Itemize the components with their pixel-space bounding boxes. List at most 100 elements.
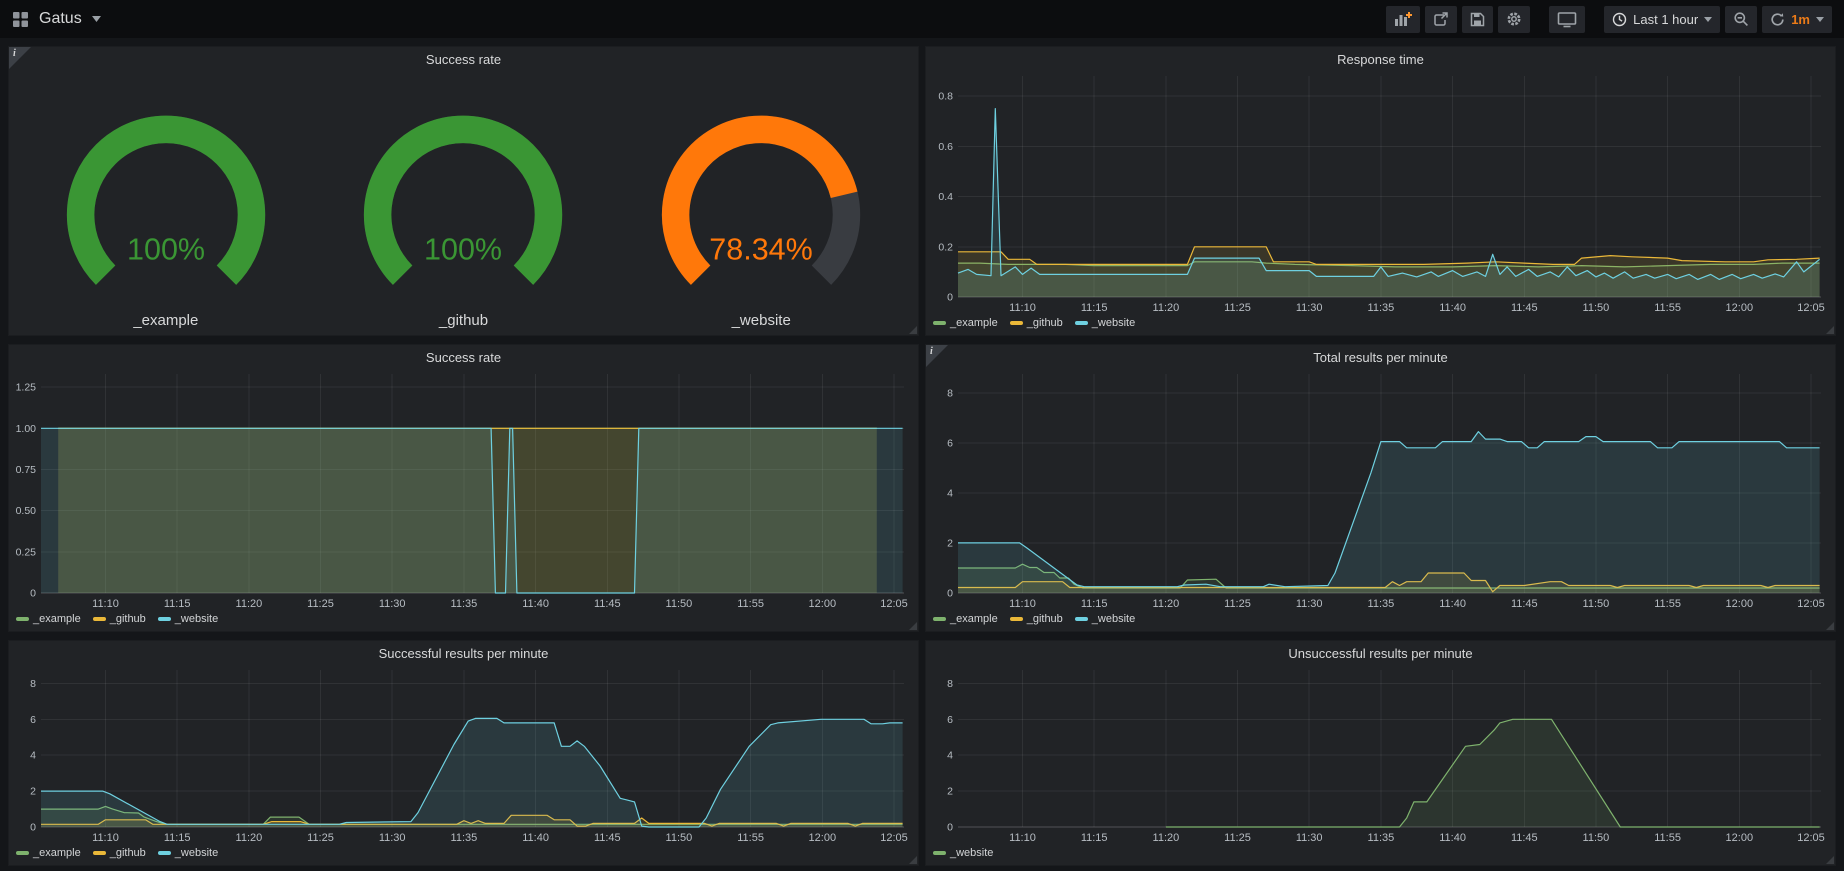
save-icon [1470,12,1485,27]
caret-down-icon [1704,17,1712,22]
svg-text:12:00: 12:00 [809,832,837,844]
panel-resize-handle[interactable] [909,326,917,334]
svg-text:12:00: 12:00 [1726,598,1754,610]
zoom-out-time-range-button[interactable] [1725,6,1757,33]
add-panel-button[interactable] [1386,6,1420,33]
svg-text:4: 4 [30,750,36,762]
save-dashboard-button[interactable] [1462,6,1493,33]
success-rate-chart[interactable]: 11:1011:1511:2011:2511:3011:3511:4011:45… [9,369,918,610]
svg-text:11:30: 11:30 [379,598,406,610]
response-time-chart[interactable]: 11:1011:1511:2011:2511:3011:3511:4011:45… [926,71,1835,314]
svg-text:11:40: 11:40 [522,598,549,610]
legend-item-github[interactable]: _github [93,847,146,859]
svg-text:8: 8 [947,387,953,399]
svg-text:6: 6 [30,714,36,726]
panel-resize-handle[interactable] [1826,622,1834,630]
gauge-website: 78.34% _website [612,75,910,335]
legend-item-example[interactable]: _example [16,613,81,625]
dashboard-title-caret-icon[interactable] [92,16,101,22]
legend-item-website[interactable]: _website [158,847,218,859]
gauge-series-label: _website [732,312,791,329]
successful-results-chart[interactable]: 11:1011:1511:2011:2511:3011:3511:4011:45… [9,665,918,844]
legend-item-github[interactable]: _github [1010,317,1063,329]
cycle-view-mode-button[interactable] [1549,6,1585,33]
refresh-dashboard-button[interactable]: 1m [1762,6,1832,33]
monitor-icon [1557,11,1577,28]
panel-resize-handle[interactable] [1826,856,1834,864]
panel-title[interactable]: Response time [926,47,1835,71]
panel-resize-handle[interactable] [909,856,917,864]
time-range-picker-button[interactable]: Last 1 hour [1604,6,1720,33]
share-dashboard-button[interactable] [1425,6,1457,33]
svg-text:0: 0 [30,822,36,834]
legend-item-example[interactable]: _example [933,613,998,625]
legend-item-website[interactable]: _website [933,847,993,859]
svg-text:11:45: 11:45 [1511,598,1538,610]
svg-text:11:15: 11:15 [164,832,191,844]
legend-series-label: _website [1092,613,1135,625]
svg-text:11:45: 11:45 [1511,302,1538,314]
panel-info-icon[interactable]: i [926,345,948,367]
dashboard-title[interactable]: Gatus [39,10,82,28]
svg-text:11:35: 11:35 [451,598,478,610]
legend-item-website[interactable]: _website [158,613,218,625]
legend-item-github[interactable]: _github [93,613,146,625]
panel-resize-handle[interactable] [1826,326,1834,334]
total-results-chart[interactable]: 11:1011:1511:2011:2511:3011:3511:4011:45… [926,369,1835,610]
svg-text:2: 2 [947,537,953,549]
svg-text:11:50: 11:50 [1583,832,1610,844]
svg-text:12:05: 12:05 [1797,598,1825,610]
svg-text:100%: 100% [425,232,503,266]
svg-text:11:30: 11:30 [1296,302,1323,314]
refresh-interval-label: 1m [1791,12,1810,27]
bar-chart-plus-icon [1394,11,1412,27]
svg-text:11:35: 11:35 [451,832,478,844]
chart-legend: _example _github _website [926,610,1835,631]
chart-legend: _website [926,844,1835,865]
legend-series-label: _github [1027,613,1063,625]
svg-text:11:40: 11:40 [1439,598,1466,610]
svg-text:11:10: 11:10 [92,598,119,610]
panel-title[interactable]: Total results per minute [926,345,1835,369]
svg-text:78.34%: 78.34% [709,232,812,266]
legend-item-example[interactable]: _example [16,847,81,859]
svg-text:11:45: 11:45 [594,832,621,844]
legend-series-marker [158,617,171,621]
panel-unsuccessful-results: Unsuccessful results per minute 11:1011:… [925,640,1836,866]
legend-item-github[interactable]: _github [1010,613,1063,625]
panel-title[interactable]: Success rate [9,345,918,369]
gauge-series-label: _github [439,312,488,329]
gauge-series-label: _example [133,312,198,329]
legend-series-marker [1010,617,1023,621]
dashboard-grid-icon[interactable] [12,11,29,28]
panel-success-rate-timeseries: Success rate 11:1011:1511:2011:2511:3011… [8,344,919,632]
dashboard-grid: i Success rate 100% _example 100% _github 78… [0,38,1844,871]
panel-info-icon[interactable]: i [9,47,31,69]
panel-resize-handle[interactable] [909,622,917,630]
legend-series-marker [93,617,106,621]
svg-text:0.4: 0.4 [938,191,953,203]
panel-title[interactable]: Success rate [9,47,918,71]
svg-text:11:55: 11:55 [1654,832,1681,844]
svg-text:0: 0 [30,588,36,600]
panel-title[interactable]: Successful results per minute [9,641,918,665]
legend-item-website[interactable]: _website [1075,317,1135,329]
svg-text:0.6: 0.6 [938,141,953,153]
svg-text:100%: 100% [127,232,205,266]
svg-text:12:05: 12:05 [1797,832,1825,844]
unsuccessful-results-chart[interactable]: 11:1011:1511:2011:2511:3011:3511:4011:45… [926,665,1835,844]
svg-text:0: 0 [947,292,953,304]
legend-series-label: _website [175,613,218,625]
panel-title[interactable]: Unsuccessful results per minute [926,641,1835,665]
legend-series-label: _website [950,847,993,859]
legend-item-website[interactable]: _website [1075,613,1135,625]
dashboard-settings-button[interactable] [1498,6,1530,33]
panel-success-rate-gauges: i Success rate 100% _example 100% _github 78… [8,46,919,336]
svg-text:0.2: 0.2 [938,241,953,253]
legend-series-label: _website [1092,317,1135,329]
legend-series-label: _website [175,847,218,859]
svg-text:0.50: 0.50 [16,505,37,517]
svg-text:11:25: 11:25 [1224,598,1251,610]
legend-series-marker [933,321,946,325]
legend-item-example[interactable]: _example [933,317,998,329]
